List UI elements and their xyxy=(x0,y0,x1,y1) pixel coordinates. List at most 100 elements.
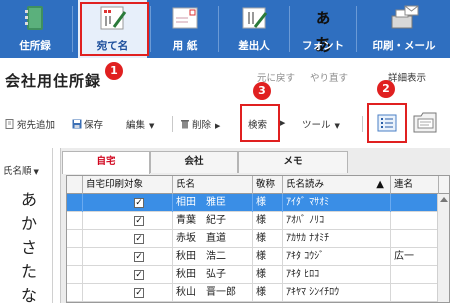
row-marker xyxy=(67,230,83,248)
honorific-cell: 様 xyxy=(253,248,283,266)
page-title: 会社用住所録 xyxy=(5,72,102,90)
reading-cell: ｱｶｻｶ ﾅｵﾐﾁ xyxy=(283,230,391,248)
kana-index-ka[interactable]: か xyxy=(21,210,37,234)
row-marker xyxy=(67,194,83,212)
annotation-badge-2: 2 xyxy=(377,80,395,98)
ribbon-tab-print-mail[interactable]: 印刷・メール xyxy=(358,0,450,58)
highlight-box-addressee xyxy=(80,2,149,56)
print-target-cell: ✓ xyxy=(83,266,173,284)
ribbon-tab-address-book[interactable]: 住所録 xyxy=(0,0,70,58)
vertical-scrollbar[interactable] xyxy=(437,194,449,302)
row-marker xyxy=(67,284,83,302)
ribbon-tab-label: 差出人 xyxy=(238,40,270,52)
ribbon-divider xyxy=(289,6,290,52)
ribbon-tab-sender[interactable]: 差出人 xyxy=(220,0,288,58)
search-options-button[interactable]: ▶ xyxy=(280,117,285,128)
edit-menu-button[interactable]: 編集 ▼ xyxy=(126,117,154,131)
ribbon-tab-label: 用 紙 xyxy=(172,40,198,52)
caret-right-icon: ▶ xyxy=(215,122,221,130)
scroll-up-icon[interactable] xyxy=(440,197,448,202)
name-cell: 相田 雅臣 xyxy=(173,194,253,212)
print-target-cell: ✓ xyxy=(83,194,173,212)
highlight-box-search xyxy=(240,104,280,142)
kana-index-sa[interactable]: さ xyxy=(21,234,37,258)
honorific-cell: 様 xyxy=(253,194,283,212)
address-table: 自宅印刷対象 氏名 敬称 氏名読み ▲ 連名 ✓ 相田 雅臣 様 ｱｲﾀﾞ ﾏｻ… xyxy=(66,175,450,303)
joint-name-cell xyxy=(391,266,439,284)
print-target-checkbox[interactable]: ✓ xyxy=(134,234,144,244)
tab-memo[interactable]: メモ xyxy=(238,151,348,173)
edit-label: 編集 xyxy=(126,120,146,131)
row-marker xyxy=(67,212,83,230)
printer-mail-icon xyxy=(391,5,419,29)
font-icon: ぁあ xyxy=(314,8,332,56)
add-addressee-button[interactable]: 宛先追加 xyxy=(5,117,55,131)
table-row[interactable]: ✓ 青葉 紀子 様 ｱｵﾊﾞ ﾉﾘｺ xyxy=(67,212,449,230)
paper-icon xyxy=(172,7,198,29)
joint-name-cell xyxy=(391,284,439,302)
column-header-name[interactable]: 氏名 xyxy=(173,176,253,194)
table-row[interactable]: ✓ 赤坂 直道 様 ｱｶｻｶ ﾅｵﾐﾁ xyxy=(67,230,449,248)
tab-company[interactable]: 会社 xyxy=(150,151,238,173)
table-row[interactable]: ✓ 秋山 晋一郎 様 ｱｷﾔﾏ ｼﾝｲﾁﾛｳ xyxy=(67,284,449,302)
kana-index-a[interactable]: あ xyxy=(21,186,37,210)
save-button[interactable]: 保存 xyxy=(72,117,103,131)
caret-down-icon: ▼ xyxy=(33,168,39,176)
caret-right-icon: ▶ xyxy=(280,119,286,127)
ribbon-tab-paper[interactable]: 用 紙 xyxy=(152,0,218,58)
ribbon-divider xyxy=(356,6,357,52)
annotation-badge-1: 1 xyxy=(105,62,123,80)
ribbon-divider xyxy=(218,6,219,52)
add-addressee-label: 宛先追加 xyxy=(17,120,56,131)
sort-order-label: 氏名順 xyxy=(3,166,32,177)
row-marker xyxy=(67,266,83,284)
row-marker xyxy=(67,248,83,266)
honorific-cell: 様 xyxy=(253,230,283,248)
print-target-checkbox[interactable]: ✓ xyxy=(134,270,144,280)
row-marker-header xyxy=(67,176,83,194)
print-target-checkbox[interactable]: ✓ xyxy=(134,198,144,208)
sort-order-dropdown[interactable]: 氏名順 ▼ xyxy=(3,163,39,177)
table-row[interactable]: ✓ 相田 雅臣 様 ｱｲﾀﾞ ﾏｻｵﾐ xyxy=(67,194,449,212)
highlight-box-list-view xyxy=(367,103,407,143)
ribbon-tab-label: フォント xyxy=(302,40,344,52)
toolbar-divider xyxy=(362,116,363,132)
column-header-reading[interactable]: 氏名読み ▲ xyxy=(283,176,391,194)
redo-button[interactable]: やり直す xyxy=(310,70,348,84)
print-target-cell: ✓ xyxy=(83,230,173,248)
card-view-icon[interactable] xyxy=(412,110,438,134)
column-header-honorific[interactable]: 敬称 xyxy=(253,176,283,194)
ribbon-divider xyxy=(150,6,151,52)
table-row[interactable]: ✓ 秋田 浩二 様 ｱｷﾀ ｺｳｼﾞ 広一 xyxy=(67,248,449,266)
caret-down-icon: ▼ xyxy=(334,122,340,130)
table-row[interactable]: ✓ 秋田 弘子 様 ｱｷﾀ ﾋﾛｺ xyxy=(67,266,449,284)
column-header-joint-name[interactable]: 連名 xyxy=(391,176,439,194)
toolbar-divider xyxy=(172,116,173,132)
sender-card-icon xyxy=(242,7,268,29)
print-target-cell: ✓ xyxy=(83,248,173,266)
print-target-checkbox[interactable]: ✓ xyxy=(134,288,144,298)
save-icon xyxy=(72,119,82,129)
detail-view-button[interactable]: 詳細表示 xyxy=(388,70,426,84)
kana-index-na[interactable]: な xyxy=(21,282,37,303)
reading-cell: ｱｷﾀ ｺｳｼﾞ xyxy=(283,248,391,266)
joint-name-cell xyxy=(391,194,439,212)
delete-button[interactable]: 削除 ▶ xyxy=(180,117,220,131)
ribbon-tab-font[interactable]: ぁあ フォント xyxy=(291,0,355,58)
reading-cell: ｱｵﾊﾞ ﾉﾘｺ xyxy=(283,212,391,230)
annotation-badge-3: 3 xyxy=(253,82,271,100)
table-header: 自宅印刷対象 氏名 敬称 氏名読み ▲ 連名 xyxy=(67,176,449,194)
print-target-cell: ✓ xyxy=(83,284,173,302)
honorific-cell: 様 xyxy=(253,284,283,302)
reading-cell: ｱｷﾀ ﾋﾛｺ xyxy=(283,266,391,284)
print-target-checkbox[interactable]: ✓ xyxy=(134,252,144,262)
print-target-checkbox[interactable]: ✓ xyxy=(134,216,144,226)
name-cell: 赤坂 直道 xyxy=(173,230,253,248)
column-header-print-target[interactable]: 自宅印刷対象 xyxy=(83,176,173,194)
kana-index-ta[interactable]: た xyxy=(21,258,37,282)
tools-menu-button[interactable]: ツール ▼ xyxy=(302,117,340,131)
joint-name-cell xyxy=(391,212,439,230)
column-header-reading-label: 氏名読み xyxy=(286,179,325,190)
tab-home[interactable]: 自宅 xyxy=(62,151,150,174)
ribbon-divider xyxy=(72,6,73,52)
